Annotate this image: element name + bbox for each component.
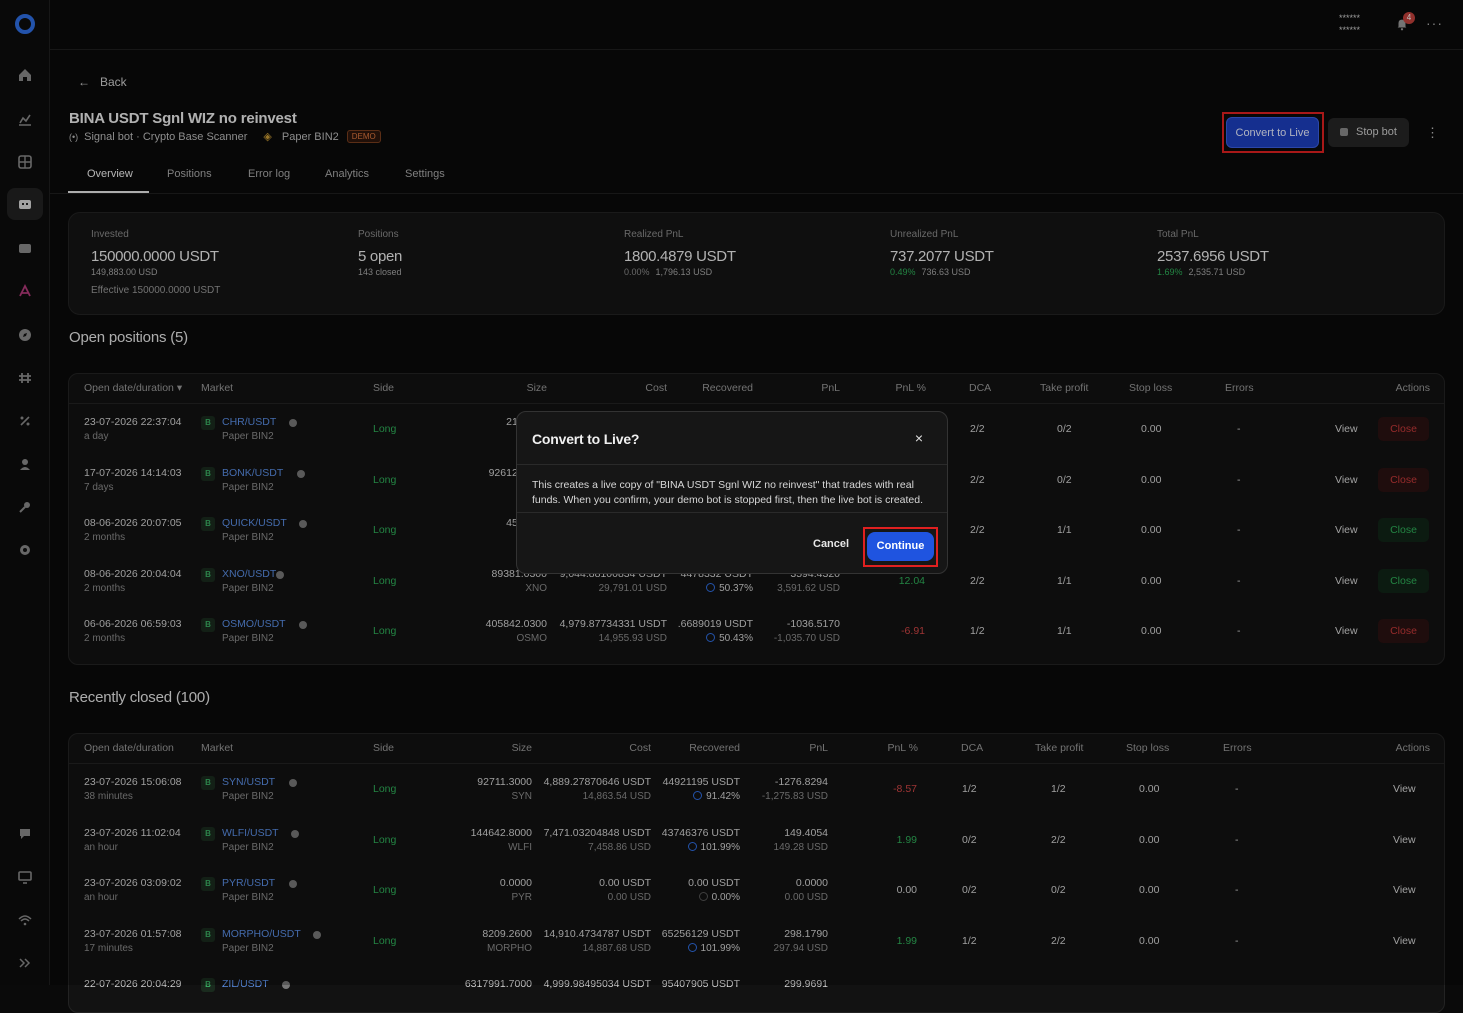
cancel-button[interactable]: Cancel — [813, 538, 849, 550]
convert-dialog: Convert to Live? × This creates a live c… — [516, 411, 948, 574]
dialog-title: Convert to Live? — [532, 431, 640, 447]
divider — [517, 464, 947, 465]
close-icon[interactable]: × — [915, 430, 923, 446]
continue-button[interactable]: Continue — [867, 532, 934, 561]
dialog-body: This creates a live copy of "BINA USDT S… — [532, 479, 924, 506]
divider — [517, 512, 947, 513]
